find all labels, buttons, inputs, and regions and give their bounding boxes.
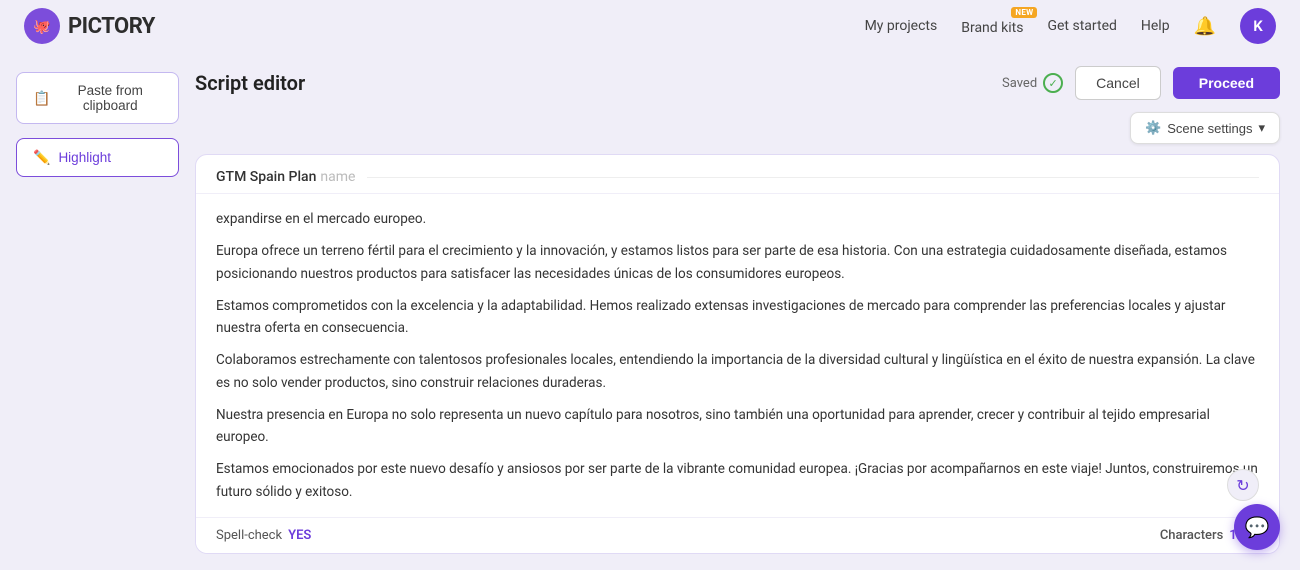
scene-settings-label: Scene settings (1167, 121, 1252, 136)
spell-check-value[interactable]: YES (288, 528, 311, 543)
saved-indicator: Saved ✓ (1002, 73, 1063, 93)
nav-get-started[interactable]: Get started (1047, 18, 1116, 34)
refresh-icon: ↻ (1236, 476, 1249, 495)
scene-settings-bar: ⚙️ Scene settings ▾ (195, 112, 1280, 144)
name-divider (367, 177, 1259, 178)
project-name[interactable]: GTM Spain Plan (216, 169, 316, 185)
logo-text: PICTORY (68, 14, 155, 39)
paste-label: Paste from clipboard (58, 83, 162, 113)
spell-check-label: Spell-check (216, 528, 282, 543)
editor-header-right: Saved ✓ Cancel Proceed (1002, 66, 1280, 100)
highlight-label: Highlight (58, 150, 111, 165)
paragraph-5: Estamos emocionados por este nuevo desaf… (216, 458, 1259, 503)
highlight-icon: ✏️ (33, 149, 50, 166)
saved-label: Saved (1002, 76, 1037, 91)
paragraph-1: Europa ofrece un terreno fértil para el … (216, 240, 1259, 285)
chat-icon: 💬 (1245, 515, 1270, 539)
editor-content[interactable]: expandirse en el mercado europeo. Europa… (196, 194, 1279, 517)
nav-my-projects[interactable]: My projects (865, 18, 938, 34)
nav-brand-kits-wrapper: Brand kits NEW (961, 17, 1023, 36)
paste-from-clipboard-button[interactable]: 📋 Paste from clipboard (16, 72, 179, 124)
saved-check-icon: ✓ (1043, 73, 1063, 93)
sidebar: 📋 Paste from clipboard ✏️ Highlight (0, 52, 195, 570)
paragraph-3: Colaboramos estrechamente con talentosos… (216, 349, 1259, 394)
cancel-button[interactable]: Cancel (1075, 66, 1161, 100)
logo-icon: 🐙 (24, 8, 60, 44)
new-badge: NEW (1011, 7, 1037, 18)
proceed-button[interactable]: Proceed (1173, 67, 1280, 99)
clipboard-icon: 📋 (33, 90, 50, 107)
project-name-placeholder: name (320, 169, 355, 185)
spell-check-area: Spell-check YES (216, 528, 311, 543)
editor-box: GTM Spain Plan name expandirse en el mer… (195, 154, 1280, 554)
gear-icon: ⚙️ (1145, 120, 1161, 136)
svg-text:🐙: 🐙 (33, 19, 50, 35)
refresh-button[interactable]: ↻ (1227, 469, 1259, 501)
navbar: 🐙 PICTORY My projects Brand kits NEW Get… (0, 0, 1300, 52)
highlight-button[interactable]: ✏️ Highlight (16, 138, 179, 177)
scene-settings-button[interactable]: ⚙️ Scene settings ▾ (1130, 112, 1280, 144)
nav-help[interactable]: Help (1141, 18, 1170, 34)
editor-footer: Spell-check YES Characters 1221 (196, 517, 1279, 553)
avatar[interactable]: K (1240, 8, 1276, 44)
paragraph-2: Estamos comprometidos con la excelencia … (216, 295, 1259, 340)
editor-title: Script editor (195, 71, 305, 95)
logo-area: 🐙 PICTORY (24, 8, 155, 44)
project-name-row: GTM Spain Plan name (196, 155, 1279, 194)
bell-icon[interactable]: 🔔 (1194, 16, 1216, 37)
content-area: Script editor Saved ✓ Cancel Proceed ⚙️ … (195, 52, 1300, 570)
main-layout: 📋 Paste from clipboard ✏️ Highlight Scri… (0, 52, 1300, 570)
chat-widget-button[interactable]: 💬 (1234, 504, 1280, 550)
chevron-down-icon: ▾ (1258, 120, 1265, 136)
navbar-right: My projects Brand kits NEW Get started H… (865, 8, 1276, 44)
editor-header: Script editor Saved ✓ Cancel Proceed (195, 52, 1280, 112)
nav-brand-kits[interactable]: Brand kits (961, 20, 1023, 36)
paragraph-4: Nuestra presencia en Europa no solo repr… (216, 404, 1259, 449)
characters-label: Characters (1160, 528, 1223, 543)
paragraph-0: expandirse en el mercado europeo. (216, 208, 1259, 230)
